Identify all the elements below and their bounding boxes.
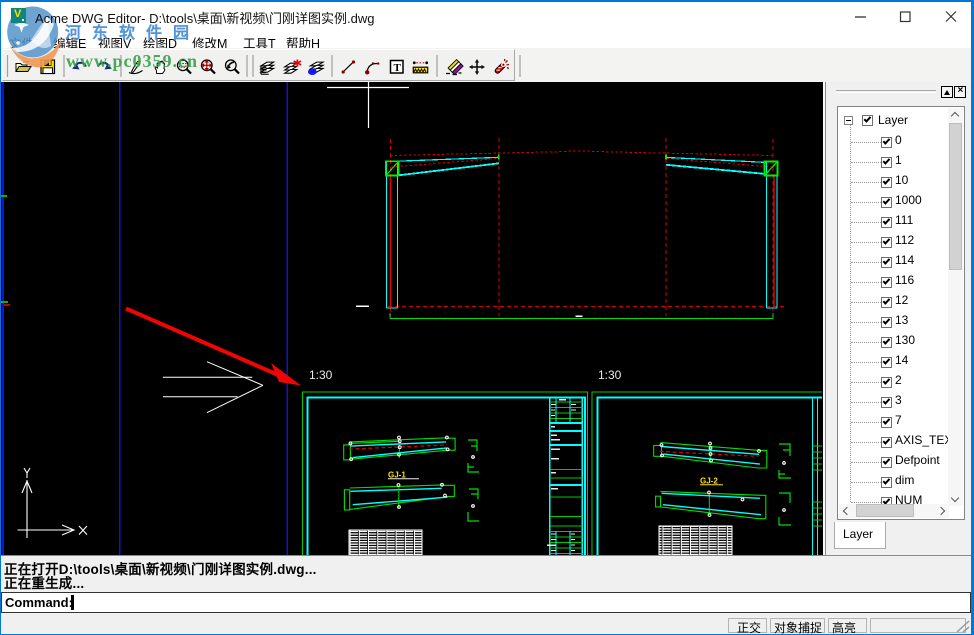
svg-text:GJ-2: GJ-2 — [700, 477, 718, 486]
svg-text:GJ-1: GJ-1 — [388, 471, 406, 480]
svg-text:T: T — [394, 62, 402, 74]
